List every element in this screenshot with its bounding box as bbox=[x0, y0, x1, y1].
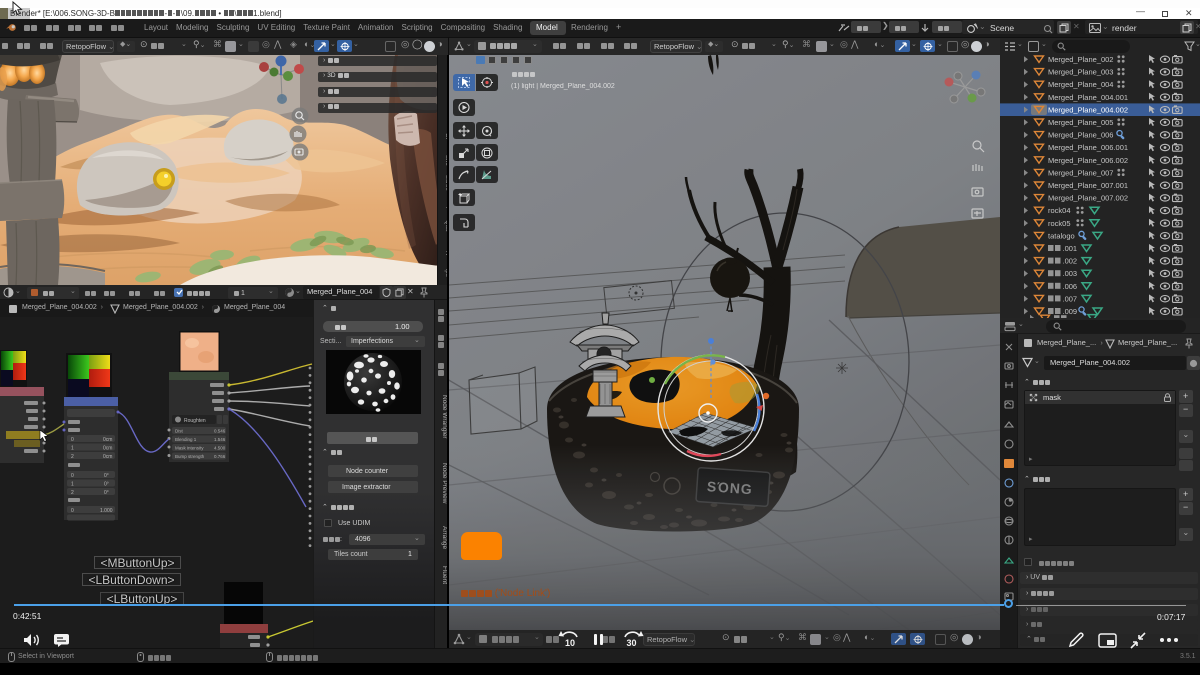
svg-text:Merged_Plane_004.001: Merged_Plane_004.001 bbox=[1048, 93, 1128, 102]
svg-text:rock05: rock05 bbox=[1048, 219, 1071, 228]
svg-text:1.000: 1.000 bbox=[100, 508, 113, 514]
svg-text:Merged_Plane_006.002: Merged_Plane_006.002 bbox=[1048, 156, 1128, 165]
svg-text:0cm: 0cm bbox=[103, 437, 112, 443]
svg-text:1: 1 bbox=[71, 482, 74, 488]
svg-text:.007: .007 bbox=[1063, 294, 1078, 303]
svg-text:rock04: rock04 bbox=[1048, 206, 1071, 215]
svg-text:tatalogo: tatalogo bbox=[1048, 231, 1075, 240]
svg-text:30: 30 bbox=[627, 638, 637, 648]
svg-text:.002: .002 bbox=[1063, 257, 1078, 266]
svg-text:0: 0 bbox=[71, 473, 74, 479]
svg-text:2: 2 bbox=[71, 454, 74, 460]
svg-text:Merged_Plane_004: Merged_Plane_004 bbox=[1048, 80, 1113, 89]
svg-text:0.546: 0.546 bbox=[214, 429, 226, 434]
svg-text:.009: .009 bbox=[1063, 307, 1078, 316]
svg-text:1.546: 1.546 bbox=[214, 437, 226, 442]
svg-text:0: 0 bbox=[71, 437, 74, 443]
svg-text:Blending 1: Blending 1 bbox=[175, 437, 197, 442]
svg-text:Merged_Plane_007: Merged_Plane_007 bbox=[1048, 168, 1113, 177]
svg-text:0°: 0° bbox=[104, 482, 109, 488]
svg-text:Merged_Plane_006.001: Merged_Plane_006.001 bbox=[1048, 143, 1128, 152]
svg-text:Roughten: Roughten bbox=[184, 418, 206, 424]
svg-text:Bump strength: Bump strength bbox=[175, 454, 205, 459]
svg-text:0°: 0° bbox=[104, 490, 109, 496]
svg-text:.006: .006 bbox=[1063, 282, 1078, 291]
svg-text:Dist: Dist bbox=[175, 429, 183, 434]
svg-text:Merged_Plane_004.002: Merged_Plane_004.002 bbox=[1048, 105, 1128, 114]
svg-text:0: 0 bbox=[71, 508, 74, 514]
svg-text:1: 1 bbox=[71, 446, 74, 452]
svg-text:10: 10 bbox=[565, 638, 575, 648]
svg-text:4.500: 4.500 bbox=[214, 446, 226, 451]
svg-text:.001: .001 bbox=[1063, 244, 1078, 253]
svg-text:0°: 0° bbox=[104, 473, 109, 479]
svg-text:0.766: 0.766 bbox=[214, 454, 226, 459]
svg-text:Merged_Plane_007.001: Merged_Plane_007.001 bbox=[1048, 181, 1128, 190]
svg-text:Merged_Plane_007.002: Merged_Plane_007.002 bbox=[1048, 194, 1128, 203]
svg-text:.003: .003 bbox=[1063, 269, 1078, 278]
svg-text:2: 2 bbox=[71, 490, 74, 496]
svg-text:0cm: 0cm bbox=[103, 454, 112, 460]
svg-text:Merged_Plane_002: Merged_Plane_002 bbox=[1048, 55, 1113, 64]
svg-text:Merged_Plane_006: Merged_Plane_006 bbox=[1048, 131, 1113, 140]
svg-text:Merged_Plane_003: Merged_Plane_003 bbox=[1048, 68, 1113, 77]
svg-text:Merged_Plane_005: Merged_Plane_005 bbox=[1048, 118, 1113, 127]
svg-text:Mask intensity: Mask intensity bbox=[175, 446, 204, 451]
svg-text:0cm: 0cm bbox=[103, 446, 112, 452]
